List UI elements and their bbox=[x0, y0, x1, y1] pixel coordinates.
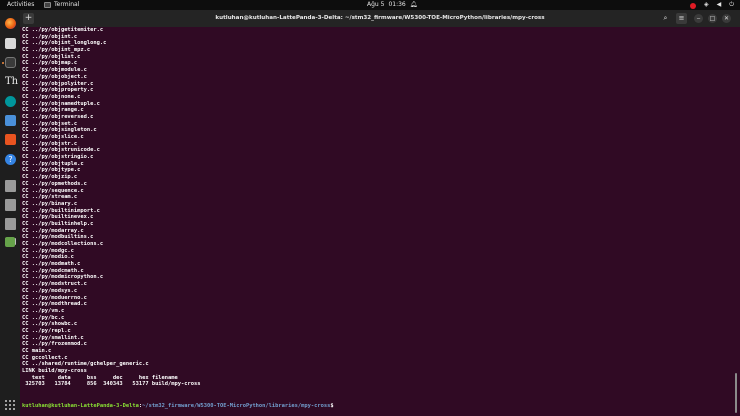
trash-icon[interactable] bbox=[5, 237, 15, 247]
files-icon[interactable] bbox=[5, 38, 16, 49]
app-menu[interactable]: Terminal bbox=[44, 0, 79, 10]
volume-icon: ◀ bbox=[716, 1, 722, 8]
terminal-line: CC ../py/objreversed.c bbox=[22, 113, 94, 120]
time-label: 01:36 bbox=[388, 1, 406, 8]
terminal-line: CC ../py/sequence.c bbox=[22, 187, 84, 194]
terminal-app-icon bbox=[44, 2, 51, 8]
close-icon[interactable]: ✕ bbox=[722, 14, 731, 23]
show-apps-icon[interactable] bbox=[5, 400, 15, 410]
terminal-line: CC ../py/objrange.c bbox=[22, 107, 84, 114]
activities-button[interactable]: Activities bbox=[7, 0, 34, 10]
terminal-line: CC ../py/smallint.c bbox=[22, 334, 84, 341]
dock: Th ? bbox=[0, 10, 20, 416]
help-icon[interactable]: ? bbox=[5, 154, 16, 165]
text-editor-icon[interactable] bbox=[5, 115, 16, 126]
terminal-line: CC ../py/builtinhelp.c bbox=[22, 220, 94, 227]
terminal-line: CC ../py/bc.c bbox=[22, 314, 65, 321]
terminal-line: CC ../py/modcollections.c bbox=[22, 241, 104, 247]
terminal-line: CC gccollect.c bbox=[22, 354, 68, 361]
terminal-line: CC ../py/objmodule.c bbox=[22, 67, 87, 74]
terminal-line: CC ../py/objproperty.c bbox=[22, 87, 94, 94]
terminal-line: CC ../py/modbuiltins.c bbox=[22, 234, 94, 241]
recording-icon[interactable] bbox=[690, 3, 696, 9]
power-icon: ⏻ bbox=[729, 1, 734, 8]
terminal-line: CC ../py/modstruct.c bbox=[22, 281, 87, 288]
drive-icon[interactable] bbox=[5, 199, 16, 211]
terminal-line: CC main.c bbox=[22, 348, 52, 354]
scrollbar[interactable] bbox=[735, 373, 737, 413]
date-label: Ağu 5 bbox=[367, 1, 385, 8]
terminal-line: CC ../py/objgetitemiter.c bbox=[22, 27, 104, 33]
terminal-line: text data bss dec hex filename bbox=[22, 374, 178, 381]
terminal-line: CC ../py/stream.c bbox=[22, 194, 78, 201]
terminal-line: CC ../py/builtinimport.c bbox=[22, 207, 100, 214]
terminal-line: CC ../py/objobject.c bbox=[22, 73, 87, 80]
terminal-line: CC ../py/modio.c bbox=[22, 254, 74, 261]
terminal-line: LINK build/mpy-cross bbox=[22, 368, 87, 375]
terminal-line: CC ../py/objstringio.c bbox=[22, 154, 94, 161]
top-bar: Activities Terminal Ağu 5 01:36 🔔︎ ◈ ◀ ⏻ bbox=[0, 0, 740, 10]
network-icon: ◈ bbox=[704, 1, 709, 8]
arduino-icon[interactable] bbox=[5, 96, 16, 107]
notification-bell-icon: 🔔︎ bbox=[409, 1, 418, 8]
header-bar: + kutluhan@kutluhan-LattePanda-3-Delta: … bbox=[20, 10, 740, 27]
terminal-line: CC ../py/objsingleton.c bbox=[22, 127, 97, 134]
terminal-line: CC ../py/showbc.c bbox=[22, 321, 78, 328]
search-icon[interactable]: ⌕ bbox=[660, 13, 671, 24]
terminal-line: CC ../py/moduerrno.c bbox=[22, 294, 87, 301]
terminal-line: CC ../py/modmath.c bbox=[22, 261, 81, 268]
terminal-line: 325703 13784 856 340343 53177 build/mpy-… bbox=[22, 381, 201, 388]
terminal-line: CC ../py/objslice.c bbox=[22, 134, 84, 140]
terminal-line: CC ../py/modarray.c bbox=[22, 227, 84, 234]
prompt-line: kutluhan@kutluhan-LattePanda-3-Delta:~/s… bbox=[22, 403, 334, 410]
font-viewer-icon[interactable]: Th bbox=[5, 76, 18, 87]
terminal-content[interactable]: CC ../py/objgetitemiter.c CC ../py/objint… bbox=[20, 27, 740, 416]
terminal-line: CC ../py/modsys.c bbox=[22, 287, 78, 294]
maximize-icon[interactable]: □ bbox=[708, 14, 717, 23]
terminal-line: CC ../py/modcmath.c bbox=[22, 267, 84, 274]
menu-icon[interactable]: ≡ bbox=[676, 13, 687, 24]
firefox-icon[interactable] bbox=[5, 18, 16, 29]
terminal-icon[interactable] bbox=[2, 57, 16, 68]
terminal-window: + kutluhan@kutluhan-LattePanda-3-Delta: … bbox=[20, 10, 740, 416]
terminal-output: CC ../py/objgetitemiter.c CC ../py/objint… bbox=[22, 27, 201, 388]
terminal-line: CC ../py/builtinevex.c bbox=[22, 214, 94, 221]
terminal-line: CC ../py/modthread.c bbox=[22, 301, 87, 308]
terminal-line: CC ../py/objzip.c bbox=[22, 174, 78, 181]
terminal-line: CC ../py/objnone.c bbox=[22, 93, 81, 100]
prompt-user: kutluhan@kutluhan-LattePanda-3-Delta bbox=[22, 403, 139, 409]
app-store-icon[interactable] bbox=[5, 134, 16, 145]
terminal-line: CC ../py/modgc.c bbox=[22, 247, 74, 254]
terminal-line: CC ../py/repl.c bbox=[22, 327, 71, 334]
drive-icon[interactable] bbox=[5, 180, 16, 192]
terminal-line: CC ../py/objint_mpz.c bbox=[22, 47, 91, 54]
terminal-line: CC ../py/frozenmod.c bbox=[22, 341, 87, 348]
clock[interactable]: Ağu 5 01:36 🔔︎ bbox=[367, 0, 417, 10]
system-tray[interactable]: ◈ ◀ ⏻ bbox=[690, 0, 734, 10]
prompt-path: ~/stm32_firmware/W5300-TOE-MicroPython/l… bbox=[142, 403, 331, 409]
app-menu-label: Terminal bbox=[54, 1, 80, 8]
prompt-symbol: $ bbox=[330, 403, 334, 409]
minimize-icon[interactable]: ‒ bbox=[694, 14, 703, 23]
terminal-line: CC ../py/opmethods.c bbox=[22, 180, 87, 187]
window-title: kutluhan@kutluhan-LattePanda-3-Delta: ~/… bbox=[215, 15, 545, 21]
terminal-line: CC ../shared/runtime/gchelper_generic.c bbox=[22, 361, 149, 368]
terminal-line: CC ../py/binary.c bbox=[22, 200, 78, 207]
terminal-line: CC ../py/modmicropython.c bbox=[22, 274, 104, 281]
terminal-line: CC ../py/vm.c bbox=[22, 307, 65, 314]
